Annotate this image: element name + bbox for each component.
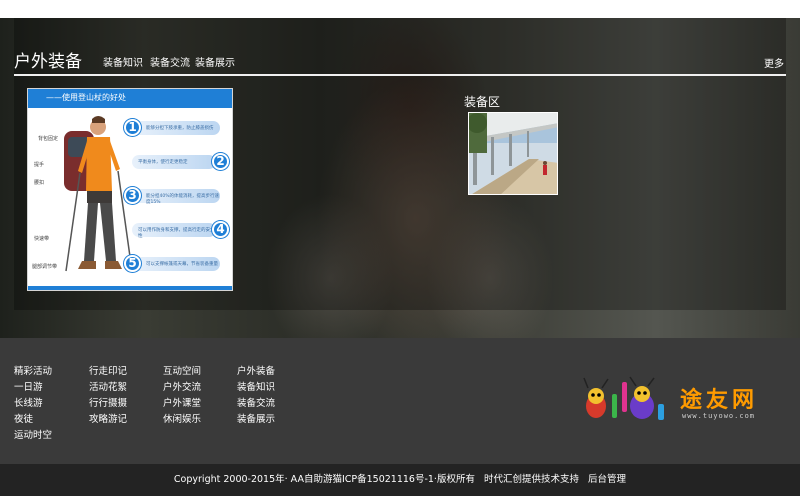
step-text-3: 能分担40%的体能消耗，提高步行速度15% [146, 194, 220, 205]
mascot-icon [583, 376, 664, 420]
footer-link[interactable]: 运动时空 [14, 428, 52, 444]
footer-column-travel-log: 行走印记 活动花絮 行行摄摄 攻略游记 [89, 364, 127, 428]
step-text-5: 可以支撑帐篷或天幕，节省装备重量 [146, 262, 218, 267]
step-number-2: 2 [212, 153, 229, 170]
footer-link[interactable]: 长线游 [14, 396, 52, 412]
footer-link[interactable]: 互动空间 [163, 364, 201, 380]
section-header: 户外装备 装备知识 装备交流 装备展示 更多 [14, 24, 786, 76]
tab-gear-exchange[interactable]: 装备交流 [150, 54, 190, 69]
tag-pack-fixing: 背包固定 [38, 136, 59, 142]
section-title: 户外装备 [14, 52, 82, 72]
admin-link[interactable]: 后台管理 [588, 474, 626, 485]
footer-column-interaction: 互动空间 户外交流 户外课堂 休闲娱乐 [163, 364, 201, 428]
copyright-text: Copyright 2000-2015年· AA自助游猫ICP备15021116… [173, 474, 475, 485]
footer-link[interactable]: 装备展示 [237, 412, 275, 428]
footer-link[interactable]: 装备交流 [237, 396, 275, 412]
tech-support-link[interactable]: 时代汇创提供技术支持 [484, 474, 579, 485]
footer-link[interactable]: 行行摄摄 [89, 396, 127, 412]
trekking-pole-infographic[interactable]: ——使用登山杖的好处 背包固定 提手 腰扣 快速带 腿部调节带 能够分担下肢承重… [27, 88, 233, 291]
tab-gear-showcase[interactable]: 装备展示 [195, 54, 235, 69]
step-bar-4: 可以用作防身和支撑，提高行走的安全性 [132, 223, 216, 239]
footer-column-gear: 户外装备 装备知识 装备交流 装备展示 [237, 364, 275, 428]
site-logo[interactable]: 途友网 www.tuyowo.com [582, 376, 786, 426]
step-bar-5: 可以支撑帐篷或天幕，节省装备重量 [132, 257, 220, 271]
footer-link[interactable]: 休闲娱乐 [163, 412, 201, 428]
footer-link[interactable]: 攻略游记 [89, 412, 127, 428]
tag-leg-strap: 腿部调节带 [32, 264, 58, 270]
more-link[interactable]: 更多 [764, 55, 784, 70]
footer-link[interactable]: 装备知识 [237, 380, 275, 396]
footer-link[interactable]: 户外课堂 [163, 396, 201, 412]
copyright-bar: Copyright 2000-2015年· AA自助游猫ICP备15021116… [0, 464, 800, 496]
step-text-2: 平衡身体，使行走更稳定 [138, 160, 188, 165]
logo-text: 途友网 [680, 388, 759, 413]
equipment-zone-title: 装备区 [464, 95, 501, 109]
footer-column-activities: 精彩活动 一日游 长线游 夜徒 运动时空 [14, 364, 52, 444]
walkway-photo [469, 113, 557, 194]
footer-link[interactable]: 行走印记 [89, 364, 127, 380]
step-number-1: 1 [124, 119, 141, 136]
tag-waist-buckle: 腰扣 [34, 180, 45, 186]
tag-handle: 提手 [34, 162, 45, 168]
infographic-footer-bar [28, 286, 232, 290]
footer-link[interactable]: 户外交流 [163, 380, 201, 396]
footer-link[interactable]: 户外装备 [237, 364, 275, 380]
equipment-thumbnail[interactable] [468, 112, 558, 195]
step-number-3: 3 [124, 187, 141, 204]
step-text-4: 可以用作防身和支撑，提高行走的安全性 [138, 228, 215, 239]
step-bar-3: 能分担40%的体能消耗，提高步行速度15% [132, 189, 220, 205]
footer-link[interactable]: 夜徒 [14, 412, 52, 428]
footer-link[interactable]: 精彩活动 [14, 364, 52, 380]
step-text-1: 能够分担下肢承重，防止膝盖损伤 [146, 126, 214, 131]
step-number-5: 5 [124, 255, 141, 272]
infographic-title: ——使用登山杖的好处 [46, 93, 126, 102]
step-bar-1: 能够分担下肢承重，防止膝盖损伤 [132, 121, 220, 135]
footer-link[interactable]: 活动花絮 [89, 380, 127, 396]
tab-gear-knowledge[interactable]: 装备知识 [103, 54, 143, 69]
step-number-4: 4 [212, 221, 229, 238]
logo-url: www.tuyowo.com [682, 412, 756, 420]
tag-quick-strap: 快速带 [34, 236, 50, 242]
step-bar-2: 平衡身体，使行走更稳定 [132, 155, 216, 169]
footer-link[interactable]: 一日游 [14, 380, 52, 396]
